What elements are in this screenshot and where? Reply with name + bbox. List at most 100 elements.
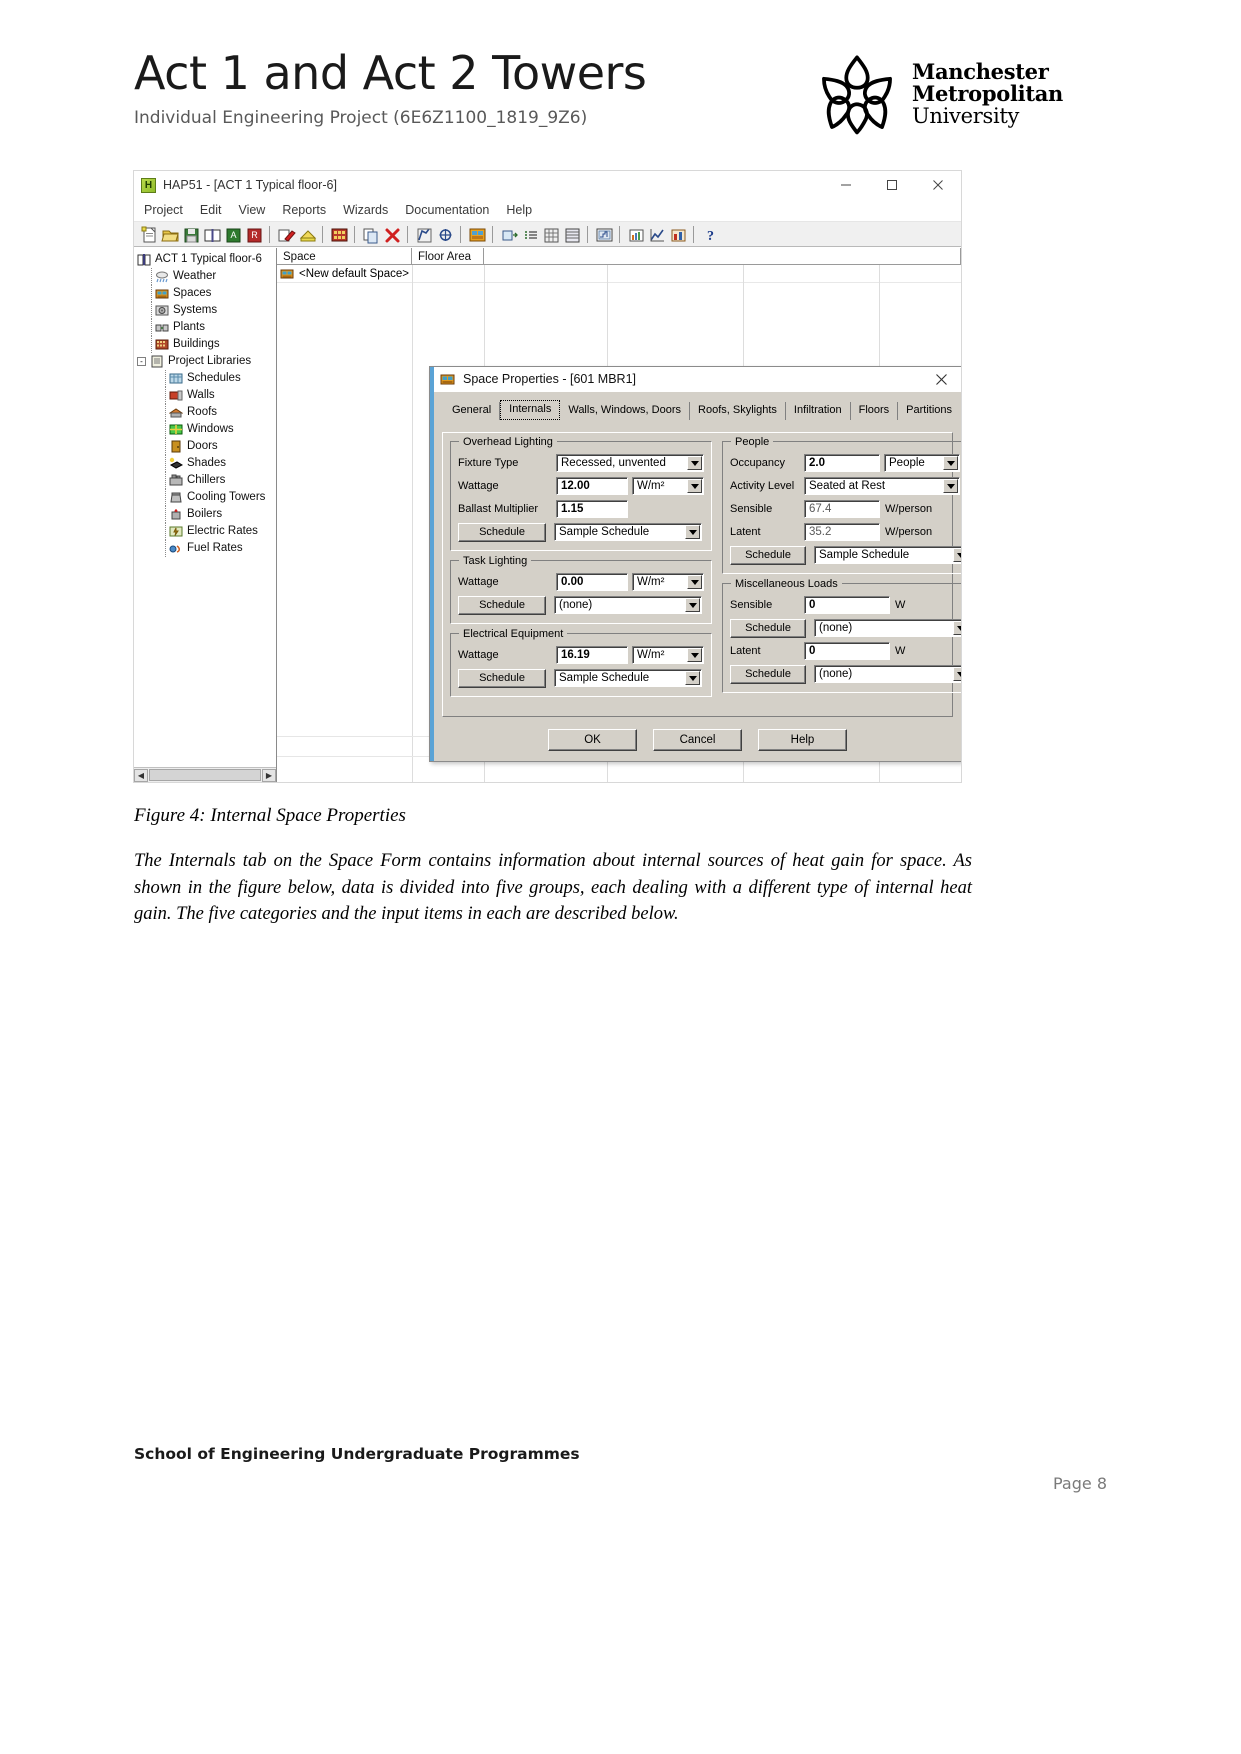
sidebar-item-project-libraries[interactable]: - Project Libraries [137, 353, 276, 370]
misc-sensible-schedule-button[interactable]: Schedule [730, 618, 806, 638]
maximize-button[interactable] [869, 172, 915, 198]
people-schedule-button[interactable]: Schedule [730, 545, 806, 565]
minimize-button[interactable] [823, 172, 869, 198]
sidebar-item-electric-rates[interactable]: Electric Rates [137, 523, 276, 540]
chevron-down-icon[interactable] [953, 621, 961, 635]
help-icon[interactable]: ? [700, 225, 719, 244]
overhead-schedule-select[interactable]: Sample Schedule [554, 523, 702, 541]
menu-view[interactable]: View [238, 201, 275, 219]
scroll-right-arrow[interactable]: ▶ [262, 768, 276, 782]
menu-reports[interactable]: Reports [282, 201, 336, 219]
weather-icon[interactable] [329, 225, 348, 243]
task-wattage-input[interactable]: 0.00 [556, 573, 628, 591]
sidebar-item-shades[interactable]: Shades [137, 455, 276, 472]
scroll-thumb[interactable] [149, 769, 261, 781]
occupancy-unit-select[interactable]: People [884, 454, 960, 472]
sidebar-item-doors[interactable]: Doors [137, 438, 276, 455]
ballast-multiplier-input[interactable]: 1.15 [556, 500, 628, 518]
equipment-wattage-input[interactable]: 16.19 [556, 646, 628, 664]
sidebar-item-fuel-rates[interactable]: Fuel Rates [137, 540, 276, 557]
sidebar-item-boilers[interactable]: Boilers [137, 506, 276, 523]
sidebar-item-schedules[interactable]: Schedules [137, 370, 276, 387]
people-schedule-select[interactable]: Sample Schedule [814, 546, 961, 564]
misc-latent-schedule-button[interactable]: Schedule [730, 664, 806, 684]
delete-icon[interactable] [382, 225, 401, 243]
column-header-space[interactable]: Space [277, 248, 412, 264]
tab-walls-windows-doors[interactable]: Walls, Windows, Doors [560, 402, 691, 420]
overhead-schedule-button[interactable]: Schedule [458, 522, 546, 542]
print-preview-icon[interactable] [297, 225, 317, 243]
grid-icon[interactable] [562, 225, 581, 243]
tab-partitions[interactable]: Partitions [898, 402, 960, 420]
chevron-down-icon[interactable] [943, 456, 958, 470]
chevron-down-icon[interactable] [687, 479, 702, 493]
column-header-floor-area[interactable]: Floor Area [412, 248, 484, 264]
overhead-wattage-unit-select[interactable]: W/m² [632, 477, 704, 495]
archive-icon[interactable]: A [223, 225, 242, 243]
activity-level-select[interactable]: Seated at Rest [804, 477, 960, 495]
menu-edit[interactable]: Edit [200, 201, 232, 219]
chevron-down-icon[interactable] [687, 456, 702, 470]
graph-icon[interactable] [626, 225, 645, 243]
project-library-icon[interactable] [202, 225, 221, 243]
new-project-icon[interactable] [139, 225, 158, 243]
sidebar-item-roofs[interactable]: Roofs [137, 404, 276, 421]
tree-expander[interactable]: - [137, 357, 146, 366]
open-project-icon[interactable] [160, 225, 179, 243]
save-icon[interactable] [181, 225, 200, 243]
table-row[interactable]: <New default Space> [277, 265, 961, 283]
task-schedule-button[interactable]: Schedule [458, 595, 546, 615]
people-latent-input[interactable]: 35.2 [804, 523, 880, 541]
sidebar-item-systems[interactable]: Systems [137, 302, 276, 319]
overhead-wattage-input[interactable]: 12.00 [556, 477, 628, 495]
chevron-down-icon[interactable] [685, 598, 700, 612]
task-schedule-select[interactable]: (none) [554, 596, 702, 614]
retrieve-icon[interactable]: R [244, 225, 263, 243]
plot-icon[interactable] [668, 225, 687, 243]
menu-help[interactable]: Help [506, 201, 542, 219]
menu-wizards[interactable]: Wizards [343, 201, 398, 219]
occupancy-input[interactable]: 2.0 [804, 454, 880, 472]
menu-documentation[interactable]: Documentation [405, 201, 499, 219]
sidebar-item-cooling-towers[interactable]: Cooling Towers [137, 489, 276, 506]
tab-floors[interactable]: Floors [851, 402, 899, 420]
sidebar-item-walls[interactable]: Walls [137, 387, 276, 404]
report-icon[interactable] [594, 225, 613, 243]
copy-icon[interactable] [361, 225, 380, 244]
chevron-down-icon[interactable] [685, 671, 700, 685]
sidebar-item-plants[interactable]: Plants [137, 319, 276, 336]
view-icon[interactable] [435, 225, 454, 243]
equipment-schedule-button[interactable]: Schedule [458, 668, 546, 688]
misc-latent-schedule-select[interactable]: (none) [814, 665, 961, 683]
fixture-type-select[interactable]: Recessed, unvented [556, 454, 704, 472]
chart-icon[interactable] [647, 225, 666, 243]
sidebar-item-weather[interactable]: Weather [137, 268, 276, 285]
menu-project[interactable]: Project [144, 201, 193, 219]
ok-button[interactable]: OK [548, 729, 637, 751]
chevron-down-icon[interactable] [943, 479, 958, 493]
chevron-down-icon[interactable] [685, 525, 700, 539]
help-button[interactable]: Help [758, 729, 847, 751]
misc-sensible-input[interactable]: 0 [804, 596, 890, 614]
dialog-close-icon[interactable] [921, 367, 961, 391]
chevron-down-icon[interactable] [953, 548, 961, 562]
sidebar-item-spaces[interactable]: Spaces [137, 285, 276, 302]
close-button[interactable] [915, 172, 961, 198]
list-icon[interactable] [520, 225, 539, 243]
tab-roofs-skylights[interactable]: Roofs, Skylights [690, 402, 786, 420]
chevron-down-icon[interactable] [687, 575, 702, 589]
sidebar-item-buildings[interactable]: Buildings [137, 336, 276, 353]
chevron-down-icon[interactable] [687, 648, 702, 662]
equipment-schedule-select[interactable]: Sample Schedule [554, 669, 702, 687]
task-wattage-unit-select[interactable]: W/m² [632, 573, 704, 591]
input-data-icon[interactable] [499, 225, 518, 243]
equipment-wattage-unit-select[interactable]: W/m² [632, 646, 704, 664]
tab-internals[interactable]: Internals [500, 400, 561, 420]
sidebar-item-chillers[interactable]: Chillers [137, 472, 276, 489]
people-sensible-input[interactable]: 67.4 [804, 500, 880, 518]
scroll-left-arrow[interactable]: ◀ [134, 768, 148, 782]
tab-infiltration[interactable]: Infiltration [786, 402, 851, 420]
cancel-button[interactable]: Cancel [653, 729, 742, 751]
table-icon[interactable] [541, 225, 560, 243]
misc-sensible-schedule-select[interactable]: (none) [814, 619, 961, 637]
